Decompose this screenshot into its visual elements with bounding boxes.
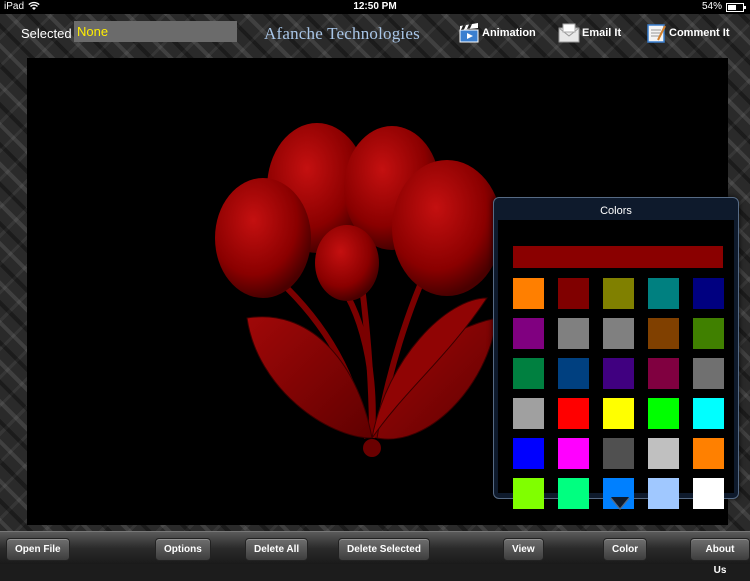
delete-all-button[interactable]: Delete All (245, 538, 309, 561)
color-swatch[interactable] (558, 318, 589, 349)
animation-button-label: Animation (482, 27, 536, 39)
bottom-toolbar: Open File Options Delete All Delete Sele… (0, 531, 750, 576)
options-button[interactable]: Options (155, 538, 211, 561)
color-swatch[interactable] (693, 358, 724, 389)
battery-icon (726, 3, 746, 12)
view-button[interactable]: View (503, 538, 544, 561)
color-swatch[interactable] (558, 358, 589, 389)
battery-percent: 54% (701, 1, 722, 12)
status-bar: iPad 12:50 PM 54% (0, 0, 750, 14)
color-swatch[interactable] (603, 398, 634, 429)
color-swatch[interactable] (513, 438, 544, 469)
animation-button[interactable]: Animation (458, 20, 536, 46)
color-swatch[interactable] (558, 278, 589, 309)
color-swatch[interactable] (648, 358, 679, 389)
color-swatch[interactable] (693, 318, 724, 349)
color-swatch[interactable] (693, 438, 724, 469)
color-swatch[interactable] (648, 478, 679, 509)
color-swatch[interactable] (648, 278, 679, 309)
delete-selected-button[interactable]: Delete Selected (338, 538, 430, 561)
color-swatch[interactable] (513, 478, 544, 509)
color-swatch[interactable] (603, 318, 634, 349)
color-swatch[interactable] (558, 478, 589, 509)
color-swatch[interactable] (558, 438, 589, 469)
email-it-button[interactable]: Email It (558, 20, 621, 46)
email-it-button-label: Email It (582, 27, 622, 39)
color-swatch[interactable] (693, 398, 724, 429)
color-swatch[interactable] (648, 318, 679, 349)
selected-label: Selected (21, 26, 72, 41)
colors-popover: Colors (493, 197, 739, 510)
color-swatch[interactable] (648, 398, 679, 429)
color-swatch[interactable] (513, 278, 544, 309)
selected-value-field: None (74, 21, 237, 42)
color-button[interactable]: Color (603, 538, 648, 561)
color-swatch[interactable] (513, 398, 544, 429)
colors-popover-title: Colors (600, 205, 632, 217)
brand-title: Afanche Technologies (264, 24, 420, 43)
color-swatch[interactable] (603, 438, 634, 469)
comment-it-button-label: Comment It (669, 27, 730, 39)
color-swatch[interactable] (648, 438, 679, 469)
color-swatch[interactable] (558, 398, 589, 429)
color-swatch[interactable] (513, 358, 544, 389)
about-us-button[interactable]: About Us (690, 538, 750, 576)
clapperboard-icon (458, 22, 480, 44)
colors-panel (498, 220, 734, 509)
color-swatch[interactable] (603, 278, 634, 309)
color-swatch[interactable] (693, 278, 724, 309)
comment-it-button[interactable]: Comment It (645, 20, 730, 46)
notepad-icon (645, 22, 667, 44)
color-swatch[interactable] (603, 358, 634, 389)
current-color-preview (513, 246, 723, 268)
open-file-button[interactable]: Open File (6, 538, 70, 561)
envelope-icon (558, 22, 580, 44)
color-swatch[interactable] (693, 478, 724, 509)
color-swatch[interactable] (513, 318, 544, 349)
clock: 12:50 PM (353, 1, 397, 12)
